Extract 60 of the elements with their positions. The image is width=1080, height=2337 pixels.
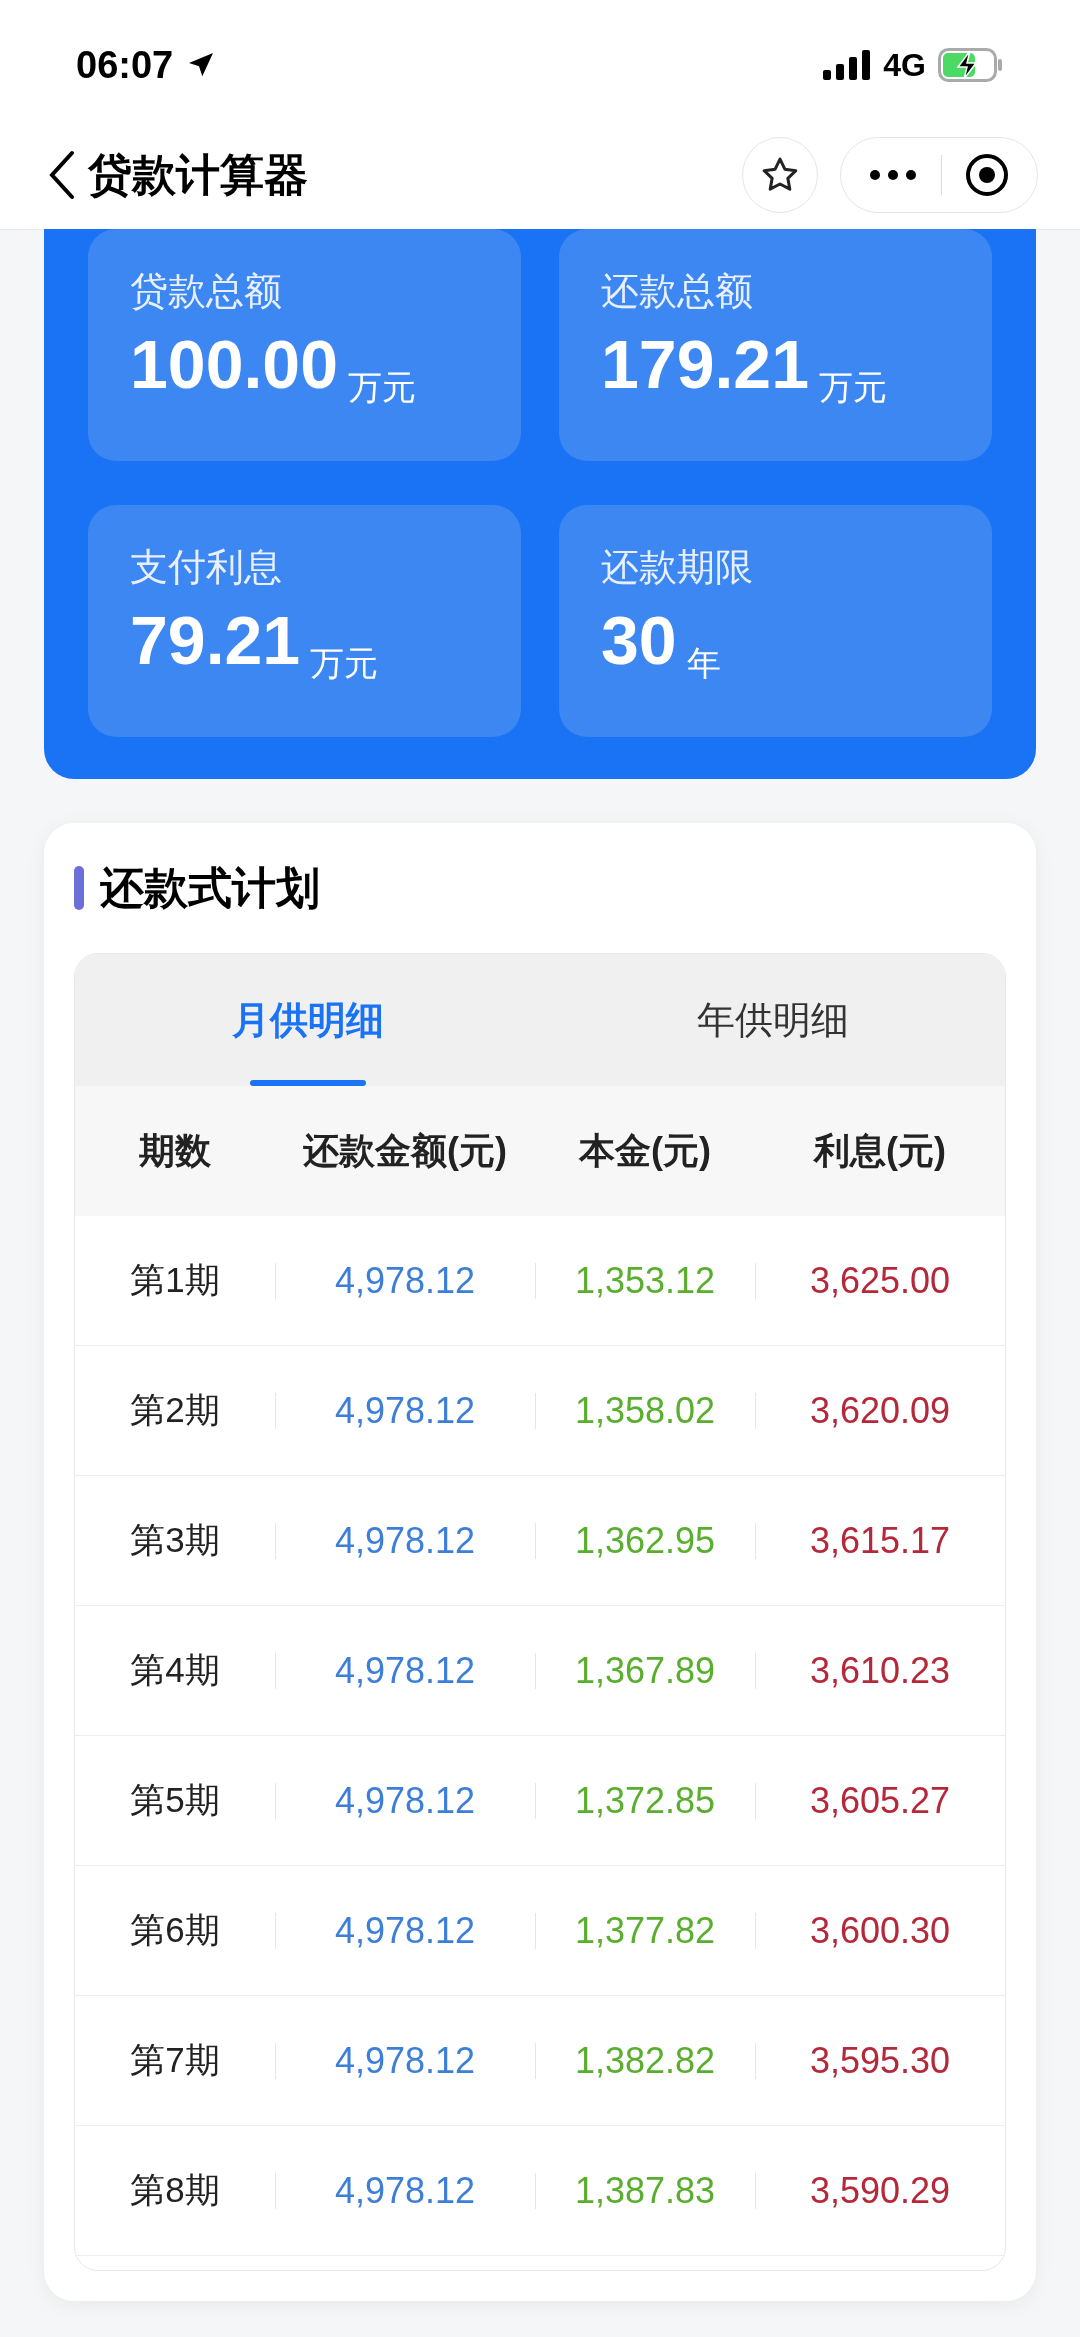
payment-cell-text: 4,978.12 [334, 1908, 476, 1953]
summary-value: 179.21 [601, 330, 809, 398]
back-icon[interactable] [48, 148, 76, 201]
summary-unit: 万元 [348, 370, 416, 404]
section-marker [74, 866, 84, 910]
principal-cell-text: 1,362.95 [574, 1518, 716, 1563]
payment-cell-text: 4,978.12 [334, 2168, 476, 2213]
payment-cell-text: 4,978.12 [334, 1258, 476, 1303]
interest-cell-text: 3,620.09 [809, 1388, 951, 1433]
principal-cell-text: 1,382.82 [574, 2038, 716, 2083]
section-title: 还款式计划 [100, 862, 320, 914]
period-cell-text: 第3期 [130, 1519, 220, 1562]
payment-cell-text: 4,978.12 [334, 1648, 476, 1693]
status-time: 06:07 [76, 42, 174, 88]
interest-cell-text: 3,610.23 [809, 1648, 951, 1693]
column-header: 还款金额(元) [303, 1129, 507, 1173]
interest-cell-text: 3,625.00 [809, 1258, 951, 1303]
column-header: 期数 [139, 1129, 211, 1173]
interest-cell-text: 3,615.17 [809, 1518, 951, 1563]
period-cell-text: 第2期 [130, 1389, 220, 1432]
summary-label: 还款总额 [601, 269, 754, 314]
network-label: 4G [883, 46, 926, 85]
interest-cell-text: 3,600.30 [809, 1908, 951, 1953]
payment-cell-text: 4,978.12 [334, 1778, 476, 1823]
column-header: 本金(元) [579, 1129, 711, 1173]
period-cell-text: 第6期 [130, 1909, 220, 1952]
summary-label: 支付利息 [130, 545, 283, 590]
interest-cell-text: 3,605.27 [809, 1778, 951, 1823]
signal-icon [823, 50, 872, 80]
principal-cell-text: 1,372.85 [574, 1778, 716, 1823]
summary-label: 还款期限 [601, 545, 754, 590]
summary-value: 100.00 [130, 330, 338, 398]
interest-cell-text: 3,595.30 [809, 2038, 951, 2083]
summary-unit: 年 [686, 646, 721, 680]
period-cell-text: 第1期 [130, 1259, 220, 1302]
payment-cell-text: 4,978.12 [334, 2038, 476, 2083]
period-cell-text: 第7期 [130, 2039, 220, 2082]
more-icon[interactable] [869, 168, 917, 181]
summary-label: 贷款总额 [130, 269, 283, 314]
summary-unit: 万元 [310, 646, 379, 680]
period-cell-text: 第5期 [130, 1779, 220, 1822]
principal-cell-text: 1,353.12 [574, 1258, 716, 1303]
tab[interactable]: 年供明细 [540, 954, 1005, 1086]
summary-unit: 万元 [819, 370, 887, 404]
column-header: 利息(元) [814, 1129, 946, 1173]
summary-value: 79.21 [130, 606, 301, 674]
principal-cell-text: 1,387.83 [574, 2168, 716, 2213]
period-cell-text: 第8期 [130, 2169, 220, 2212]
close-mini-program-icon[interactable] [964, 151, 1010, 198]
period-cell-text: 第4期 [130, 1649, 220, 1692]
payment-cell-text: 4,978.12 [334, 1518, 476, 1563]
tab[interactable]: 月供明细 [75, 954, 540, 1086]
page-title: 贷款计算器 [88, 148, 308, 201]
principal-cell-text: 1,367.89 [574, 1648, 716, 1693]
payment-cell-text: 4,978.12 [334, 1388, 476, 1433]
summary-value: 30 [601, 606, 677, 674]
interest-cell-text: 3,590.29 [809, 2168, 951, 2213]
principal-cell-text: 1,377.82 [574, 1908, 716, 1953]
principal-cell-text: 1,358.02 [574, 1388, 716, 1433]
battery-charging-icon [938, 48, 1004, 82]
